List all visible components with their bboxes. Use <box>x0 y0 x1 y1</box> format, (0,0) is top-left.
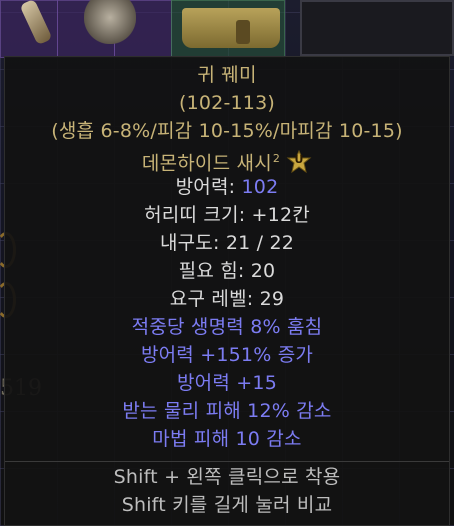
equip-hint: Shift + 왼쪽 클릭으로 착용 <box>113 466 341 488</box>
sash-knot-icon <box>236 20 250 44</box>
equipment-frame <box>300 0 454 56</box>
item-range-line: (102-113) <box>178 92 275 114</box>
belt-size: 허리띠 크기: +12칸 <box>144 204 310 226</box>
required-strength: 필요 힘: 20 <box>178 260 276 282</box>
armor-item-icon[interactable] <box>84 0 136 44</box>
magic-mod-line: 방어력 +15 <box>177 372 277 394</box>
magic-mod-line: 방어력 +151% 증가 <box>140 344 314 366</box>
game-inventory-scene: 519 귀 꿰미 (102-113) (생흡 6-8%/피감 10-15%/마피… <box>0 0 454 526</box>
defense-label: 방어력: <box>175 176 242 198</box>
durability: 내구도: 21 / 22 <box>159 232 295 254</box>
magic-mod-line: 받는 물리 피해 12% 감소 <box>122 400 332 422</box>
item-affix-summary: (생흡 6-8%/피감 10-15%/마피감 10-15) <box>51 120 403 142</box>
required-level: 요구 레벨: 29 <box>169 288 285 310</box>
magic-mod-line: 마법 피해 10 감소 <box>152 428 302 450</box>
item-tooltip: 귀 꿰미 (102-113) (생흡 6-8%/피감 10-15%/마피감 10… <box>4 56 450 526</box>
item-base-type-row: 데몬하이드 새시2 U <box>5 147 449 175</box>
unique-tier-badge-icon: U <box>286 150 312 174</box>
item-name: 귀 꿰미 <box>197 64 257 86</box>
base-tier-mark: 2 <box>272 152 281 165</box>
tooltip-divider <box>5 461 449 462</box>
defense-row: 방어력: 102 <box>5 175 449 199</box>
defense-value: 102 <box>241 176 279 198</box>
sash-item-icon[interactable] <box>182 8 280 48</box>
magic-mod-line: 적중당 생명력 8% 훔침 <box>131 316 323 338</box>
compare-hint: Shift 키를 길게 눌러 비교 <box>121 494 333 516</box>
item-base-type: 데몬하이드 새시 <box>141 152 272 175</box>
